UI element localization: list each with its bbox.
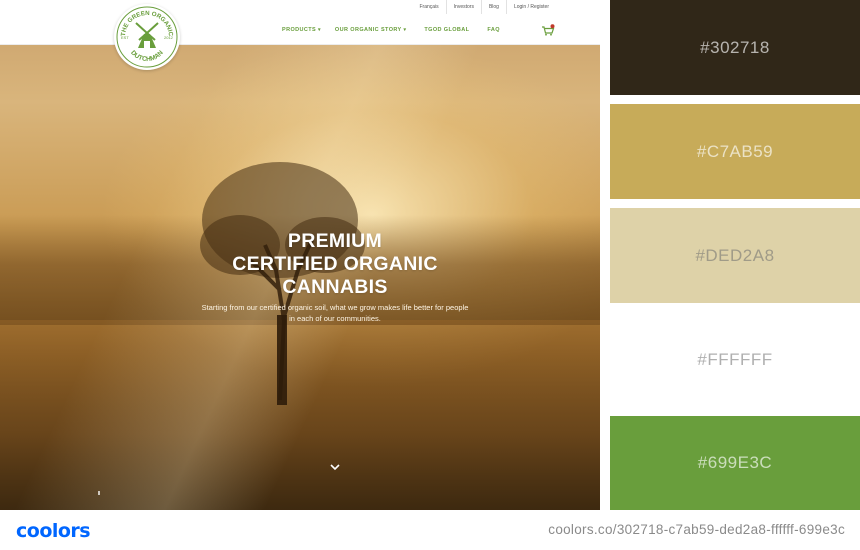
hero-title-line: CERTIFIED ORGANIC [232,253,438,275]
utility-link-blog[interactable]: Blog [480,0,506,14]
palette-url[interactable]: coolors.co/302718-c7ab59-ded2a8-ffffff-6… [548,522,845,537]
caret-down-icon: ▾ [318,27,321,33]
nav-label: TGOD GLOBAL [424,27,470,33]
nav-label: PRODUCTS [282,27,317,33]
nav-item-faq[interactable]: FAQ [487,25,500,35]
nav-item-products[interactable]: PRODUCTS ▾ [282,25,321,35]
hero-title-line: PREMIUM [287,230,383,252]
footer: coolors coolors.co/302718-c7ab59-ded2a8-… [0,510,860,550]
hero-title-line: CANNABIS [282,276,388,298]
swatch-3[interactable]: #DED2A8 [610,208,860,303]
caret-down-icon: ▾ [403,27,407,33]
nav-item-tgod-global[interactable]: TGOD GLOBAL [424,25,469,35]
utility-link-login[interactable]: Login / Register [505,0,556,14]
utility-link-investors[interactable]: Investors [445,0,481,14]
coolors-logo[interactable]: coolors [16,520,91,542]
logo-left-text: EST [121,35,129,40]
utility-nav: Français Investors Blog Login / Register [412,0,556,14]
site-header: Français Investors Blog Login / Register… [0,0,600,45]
swatch-1[interactable]: #302718 [610,0,860,95]
utility-link-francais[interactable]: Français [412,0,445,14]
slide-indicator [98,491,100,495]
chevron-down-icon[interactable] [329,462,341,472]
nav-label: FAQ [487,27,500,33]
main-nav: PRODUCTS ▾ OUR ORGANIC STORY ▾ TGOD GLOB… [282,25,514,35]
swatch-hex: #DED2A8 [695,245,775,265]
cart-icon[interactable] [541,24,555,36]
swatch-hex: #C7AB59 [696,141,774,161]
logo-emblem: THE GREEN ORGANIC DUTCHMAN EST 2012 [116,6,178,68]
logo-right-text: 2012 [164,35,174,40]
hero-title: PREMIUM CERTIFIED ORGANIC CANNABIS [180,230,490,299]
website-screenshot: Français Investors Blog Login / Register… [0,0,600,510]
hero-subtitle: Starting from our certified organic soil… [201,303,469,323]
swatch-hex: #302718 [700,37,770,57]
swatch-5[interactable]: #699E3C [610,416,860,510]
swatch-hex: #FFFFFF [697,349,773,369]
swatch-2[interactable]: #C7AB59 [610,104,860,199]
hero-content: PREMIUM CERTIFIED ORGANIC CANNABIS Start… [180,230,490,324]
brand-logo[interactable]: THE GREEN ORGANIC DUTCHMAN EST 2012 [114,4,180,70]
swatch-4[interactable]: #FFFFFF [610,312,860,407]
nav-label: OUR ORGANIC STORY [334,27,402,33]
nav-item-our-organic-story[interactable]: OUR ORGANIC STORY ▾ [335,25,406,35]
swatch-hex: #699E3C [697,453,773,472]
